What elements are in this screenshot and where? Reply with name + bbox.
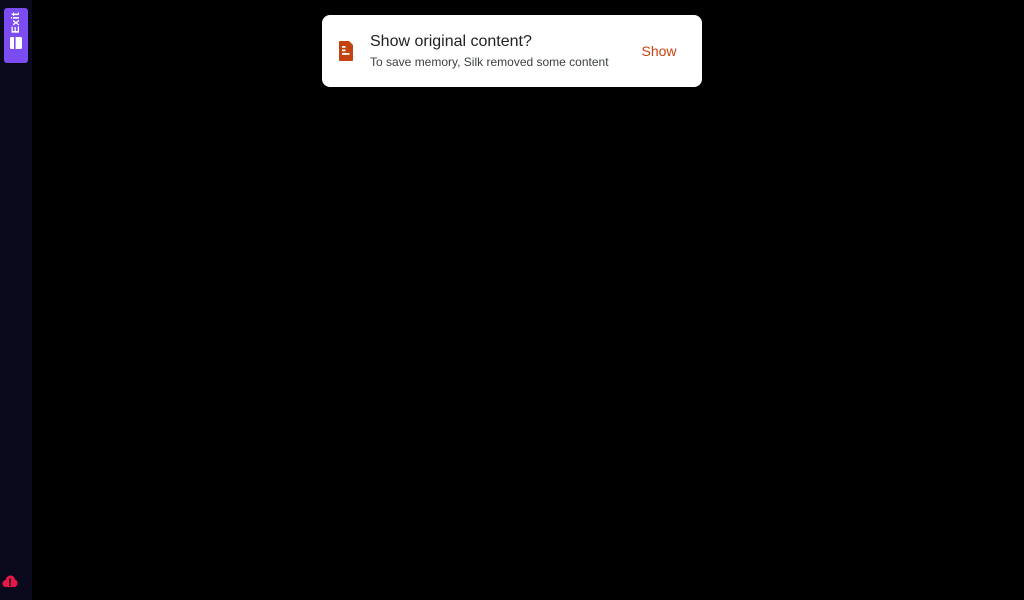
toast-title: Show original content? <box>370 33 532 50</box>
exit-button[interactable]: Exit <box>4 8 28 63</box>
cloud-alert-icon[interactable] <box>2 574 18 588</box>
document-icon <box>339 41 353 61</box>
show-button[interactable]: Show <box>634 41 684 61</box>
toast-subtitle: To save memory, Silk removed some conten… <box>370 55 609 69</box>
browser-viewport: Exit Show original content? To save memo… <box>0 0 1024 600</box>
book-exit-icon <box>10 37 22 50</box>
exit-label: Exit <box>10 12 22 34</box>
side-rail: Exit <box>0 0 32 600</box>
show-original-content-toast: Show original content? To save memory, S… <box>322 15 702 87</box>
